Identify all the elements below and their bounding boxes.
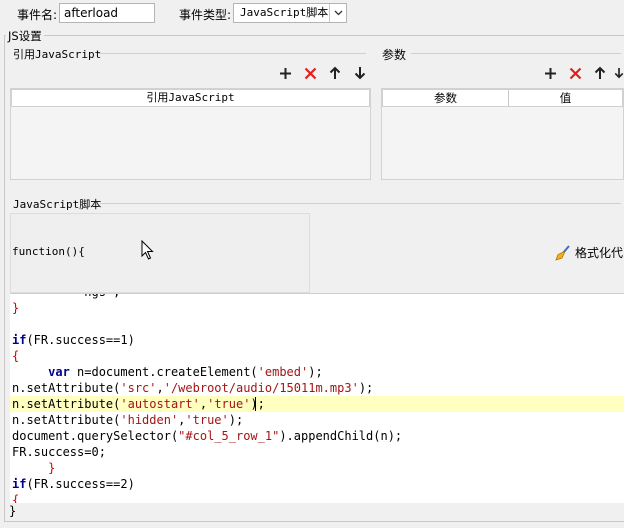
code-line: if(FR.success==2) [12,477,135,491]
params-divider [411,53,621,54]
event-type-value: JavaScript脚本 [240,6,329,19]
mouse-cursor-icon [141,240,154,260]
params-move-up-button[interactable] [591,64,609,82]
ref-js-table-header: 引用JavaScript [11,89,370,107]
event-type-label: 事件类型: [179,8,232,22]
code-line: ngs , [12,294,120,300]
event-type-select[interactable]: JavaScript脚本 [233,3,347,23]
ref-js-title: 引用JavaScript [13,48,102,61]
code-line: FR.success=0; [12,445,106,459]
params-column-value[interactable]: 值 [509,90,622,106]
chevron-down-icon[interactable] [329,4,346,22]
ref-js-table[interactable]: 引用JavaScript [10,88,371,180]
code-line: var n=document.createElement('embed'); [48,365,323,379]
code-line: { [12,493,20,503]
code-line: { [12,349,20,363]
event-name-input[interactable]: afterload [59,3,155,23]
delete-icon [304,67,316,79]
ref-js-delete-button[interactable] [301,64,319,82]
code-line: n.setAttribute('autostart','true'); [12,397,265,411]
arrow-down-icon [354,67,366,80]
params-move-down-button[interactable] [614,64,624,82]
script-title: JavaScript脚本 [13,198,102,211]
code-line: n.setAttribute('src','/webroot/audio/150… [12,381,374,395]
params-add-button[interactable] [541,64,559,82]
arrow-up-icon [329,66,341,79]
params-column-param[interactable]: 参数 [383,90,509,106]
closing-brace: } [9,504,17,518]
format-code-button[interactable]: 格式化代 [555,244,623,261]
ref-js-add-button[interactable] [276,64,294,82]
code-editor[interactable]: ngs ,} if(FR.success==1) { var n=document.… [10,293,624,503]
arrow-down-icon [614,68,624,79]
params-title: 参数 [382,48,407,62]
params-table[interactable]: 参数 值 [381,88,624,180]
code-line: } [12,301,20,315]
code-line: if(FR.success==1) [12,333,135,347]
plus-icon [544,67,556,79]
broom-icon [555,244,570,261]
format-code-label: 格式化代 [575,246,624,260]
js-settings-title: JS设置 [6,28,44,44]
ref-js-column-header[interactable]: 引用JavaScript [12,90,369,106]
arrow-up-icon [594,66,606,79]
function-header: function(){ [12,245,85,258]
event-name-label: 事件名: [17,8,58,22]
plus-icon [279,67,291,79]
ref-js-move-up-button[interactable] [326,64,344,82]
delete-icon [569,67,581,79]
ref-js-divider [98,53,366,54]
params-delete-button[interactable] [566,64,584,82]
code-line: document.querySelector("#col_5_row_1").a… [12,429,403,443]
script-divider [100,203,621,204]
params-table-header: 参数 值 [382,89,623,107]
code-line: } [48,461,56,475]
ref-js-move-down-button[interactable] [351,64,369,82]
code-line: n.setAttribute('hidden','true'); [12,413,244,427]
